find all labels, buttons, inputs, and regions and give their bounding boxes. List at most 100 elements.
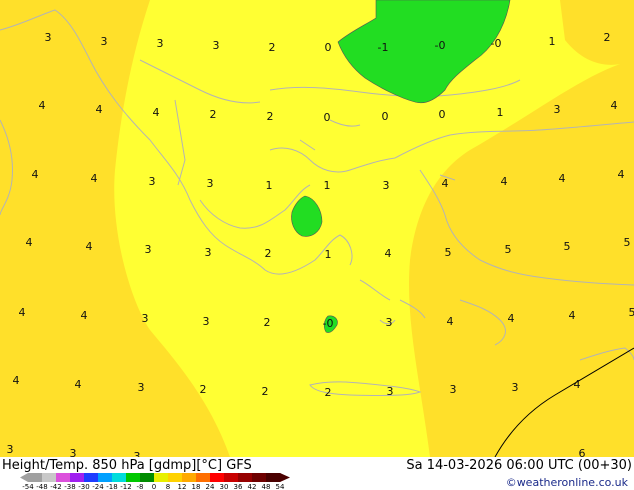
scale-tick-label: 48 <box>262 483 271 490</box>
temperature-label: 1 <box>497 106 504 119</box>
scale-arrow-right <box>280 473 290 482</box>
temperature-label: 4 <box>75 378 82 391</box>
scale-swatch <box>238 473 253 482</box>
temperature-label: 4 <box>81 309 88 322</box>
scale-tick-label: -24 <box>92 483 104 490</box>
temperature-label: 2 <box>210 108 217 121</box>
temperature-label: 4 <box>611 99 618 112</box>
temperature-label: 4 <box>26 236 33 249</box>
scale-tick-label: 54 <box>276 483 285 490</box>
scale-tick-label: 12 <box>178 483 187 490</box>
scale-tick-label: 24 <box>206 483 215 490</box>
footer: Height/Temp. 850 hPa [gdmp][°C] GFS Sa 1… <box>0 457 634 490</box>
temperature-label: 4 <box>447 315 454 328</box>
temperature-label: 6 <box>579 447 586 457</box>
temperature-label: 4 <box>91 172 98 185</box>
temperature-label: 4 <box>501 175 508 188</box>
scale-tick-label: -48 <box>36 483 47 490</box>
temperature-label: 3 <box>142 312 149 325</box>
scale-swatch <box>112 473 127 482</box>
scale-tick-label: 18 <box>192 483 201 490</box>
scale-arrow-left <box>20 473 28 482</box>
temperature-label: -0 <box>435 39 446 52</box>
temperature-label: 3 <box>554 103 561 116</box>
scale-swatch <box>42 473 57 482</box>
scale-swatch <box>84 473 99 482</box>
temperature-label: 3 <box>134 450 141 457</box>
scale-swatch <box>266 473 281 482</box>
scale-tick-label: -30 <box>78 483 89 490</box>
temperature-label: 4 <box>13 374 20 387</box>
temperature-label: 0 <box>324 111 331 124</box>
scale-tick-label: 42 <box>248 483 257 490</box>
temperature-label: 3 <box>203 315 210 328</box>
scale-swatch <box>56 473 71 482</box>
temperature-label: 4 <box>19 306 26 319</box>
temperature-label: 3 <box>450 383 457 396</box>
temperature-label: 2 <box>604 31 611 44</box>
temperature-label: 3 <box>207 177 214 190</box>
temperature-label: 4 <box>153 106 160 119</box>
temperature-label: 3 <box>138 381 145 394</box>
temperature-label: 3 <box>386 316 393 329</box>
credit-link[interactable]: ©weatheronline.co.uk <box>506 476 628 489</box>
scale-swatch <box>28 473 43 482</box>
temperature-label: 3 <box>205 246 212 259</box>
color-scale: -54 -48 -42 -38 -30 -24 -18 -12 -8 0 8 12 18 24 30 36 42… <box>20 473 290 490</box>
temperature-label: 4 <box>569 309 576 322</box>
temperature-label: 3 <box>383 179 390 192</box>
temperature-label: 4 <box>39 99 46 112</box>
scale-swatch <box>126 473 141 482</box>
temperature-label: 3 <box>149 175 156 188</box>
temperature-label: 4 <box>618 168 625 181</box>
temperature-label: -0 <box>491 37 502 50</box>
scale-tick-label: -54 <box>22 483 34 490</box>
scale-tick-label: -18 <box>106 483 117 490</box>
scale-tick-label: -12 <box>120 483 131 490</box>
temperature-label: 3 <box>45 31 52 44</box>
temperature-label: 3 <box>70 447 77 457</box>
temperature-label: 3 <box>512 381 519 394</box>
scale-swatch <box>182 473 197 482</box>
temperature-label: 0 <box>325 41 332 54</box>
temperature-label: 5 <box>564 240 571 253</box>
temperature-label: 4 <box>442 177 449 190</box>
scale-swatch <box>140 473 155 482</box>
scale-swatch <box>70 473 85 482</box>
scale-swatch <box>154 473 169 482</box>
temperature-label: 4 <box>559 172 566 185</box>
temperature-label: 0 <box>382 110 389 123</box>
map-title: Height/Temp. 850 hPa [gdmp][°C] GFS <box>2 458 252 473</box>
scale-swatch <box>98 473 113 482</box>
scale-tick-label: 8 <box>166 483 170 490</box>
temperature-label: 1 <box>266 179 273 192</box>
temperature-label: 4 <box>508 312 515 325</box>
scale-swatch <box>168 473 183 482</box>
scale-tick-label: 30 <box>220 483 229 490</box>
scale-tick-label: -8 <box>137 483 144 490</box>
scale-swatch <box>196 473 211 482</box>
temperature-label: 4 <box>96 103 103 116</box>
scale-swatch <box>252 473 267 482</box>
scale-swatch <box>224 473 239 482</box>
temperature-label: 2 <box>265 247 272 260</box>
scale-swatch <box>210 473 225 482</box>
temperature-label: 3 <box>145 243 152 256</box>
temperature-label: 3 <box>213 39 220 52</box>
temperature-label: 4 <box>86 240 93 253</box>
temperature-label: 2 <box>269 41 276 54</box>
temperature-label: 4 <box>32 168 39 181</box>
temperature-label: 0 <box>439 108 446 121</box>
map-canvas: 3 3 3 3 2 0 -1 -0 -0 1 2 4 4 4 2 2 0 0 0 1 3 4 4 4 3 3 1 1 3 4 4 4 4 4 4 3 3… <box>0 0 634 457</box>
temperature-label: 3 <box>101 35 108 48</box>
temperature-label: 2 <box>262 385 269 398</box>
temperature-label: 2 <box>264 316 271 329</box>
temperature-label: 5 <box>445 246 452 259</box>
temperature-label: 2 <box>267 110 274 123</box>
weather-map: 3 3 3 3 2 0 -1 -0 -0 1 2 4 4 4 2 2 0 0 0 1 3 4 4 4 3 3 1 1 3 4 4 4 4 4 4 3 3… <box>0 0 634 457</box>
scale-tick-label: 36 <box>234 483 243 490</box>
temperature-label: 3 <box>157 37 164 50</box>
temperature-label: -0 <box>323 317 334 330</box>
scale-tick-label: -38 <box>64 483 75 490</box>
temperature-label: 4 <box>385 247 392 260</box>
